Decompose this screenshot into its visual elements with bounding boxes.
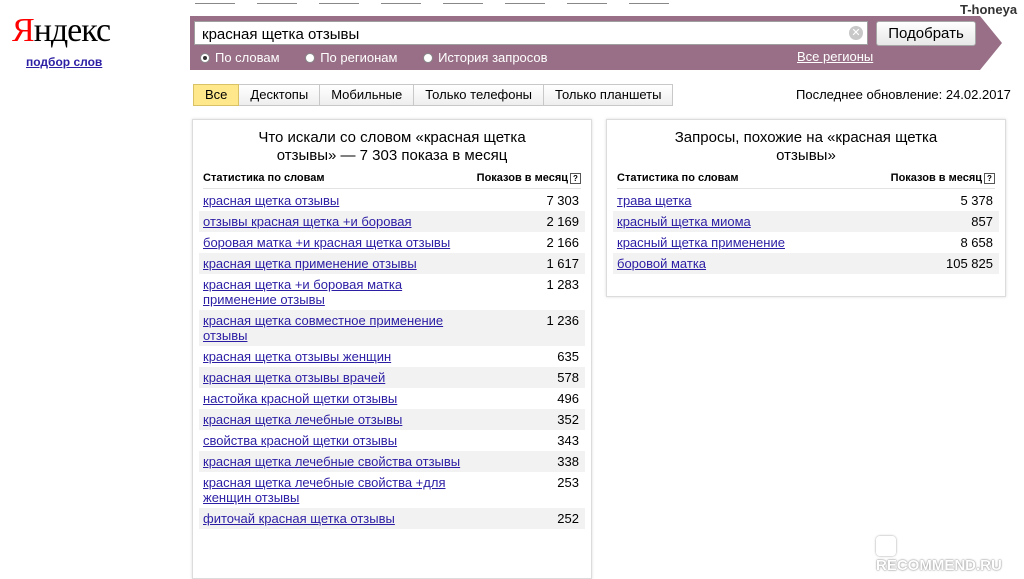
keyword-link[interactable]: красный щетка применение xyxy=(617,235,785,250)
table-row: красная щетка отзывы врачей 578 xyxy=(199,367,585,388)
table-row: красная щетка применение отзывы 1 617 xyxy=(199,253,585,274)
wordstat-link[interactable]: подбор слов xyxy=(26,55,102,69)
tab-all[interactable]: Все xyxy=(193,84,240,106)
keyword-link[interactable]: красная щетка отзывы врачей xyxy=(203,370,385,385)
search-bar-arrow xyxy=(980,16,1002,70)
help-icon[interactable]: ? xyxy=(984,173,995,184)
impressions-count: 7 303 xyxy=(546,193,579,208)
last-updated: Последнее обновление: 24.02.2017 xyxy=(796,87,1011,102)
table-row: красный щетка применение 8 658 xyxy=(613,232,999,253)
table-row: красная щетка совместное применение отзы… xyxy=(199,310,585,346)
col-keyword: Статистика по словам xyxy=(617,172,739,184)
search-button[interactable]: Подобрать xyxy=(876,21,976,46)
impressions-count: 105 825 xyxy=(946,256,993,271)
impressions-count: 1 236 xyxy=(546,313,579,328)
impressions-count: 496 xyxy=(557,391,579,406)
radio-icon xyxy=(423,53,434,63)
table-row: свойства красной щетки отзывы 343 xyxy=(199,430,585,451)
watermark: RECOMMEND.RU xyxy=(876,536,1024,574)
impressions-count: 857 xyxy=(971,214,993,229)
table-row: красная щетка отзывы 7 303 xyxy=(199,190,585,211)
impressions-count: 253 xyxy=(557,475,579,490)
table-row: боровая матка +и красная щетка отзывы 2 1… xyxy=(199,232,585,253)
keyword-link[interactable]: красная щетка лечебные свойства отзывы xyxy=(203,454,460,469)
table-row: красная щетка лечебные свойства +для жен… xyxy=(199,472,585,508)
keyword-link[interactable]: красная щетка отзывы xyxy=(203,193,339,208)
keyword-link[interactable]: красная щетка +и боровая матка применени… xyxy=(203,277,473,307)
keyword-link[interactable]: красный щетка миома xyxy=(617,214,751,229)
col-keyword: Статистика по словам xyxy=(203,172,325,184)
search-mode-group: По словам По регионам История запросов xyxy=(200,50,570,65)
keyword-link[interactable]: свойства красной щетки отзывы xyxy=(203,433,397,448)
table-row: красный щетка миома 857 xyxy=(613,211,999,232)
col-count: Показов в месяц? xyxy=(477,172,581,184)
related-queries-panel: Что искали со словом «красная щетка отзы… xyxy=(192,119,592,579)
impressions-count: 2 166 xyxy=(546,235,579,250)
table-row: красная щетка отзывы женщин 635 xyxy=(199,346,585,367)
radio-history[interactable]: История запросов xyxy=(423,50,548,65)
table-row: красная щетка лечебные свойства отзывы 33… xyxy=(199,451,585,472)
keyword-link[interactable]: боровая матка +и красная щетка отзывы xyxy=(203,235,450,250)
clear-icon[interactable]: ✕ xyxy=(849,26,863,40)
radio-by-regions[interactable]: По регионам xyxy=(305,50,397,65)
table-row: боровой матка 105 825 xyxy=(613,253,999,274)
impressions-count: 635 xyxy=(557,349,579,364)
search-input[interactable] xyxy=(200,23,844,45)
panel-title: Запросы, похожие на «красная щетка отзыв… xyxy=(674,129,938,164)
table-row: фиточай красная щетка отзывы 252 xyxy=(199,508,585,529)
col-count: Показов в месяц? xyxy=(891,172,995,184)
tab-tablets[interactable]: Только планшеты xyxy=(544,84,674,106)
search-field[interactable]: ✕ xyxy=(194,21,868,45)
device-tabs: Все Десктопы Мобильные Только телефоны Т… xyxy=(193,84,674,106)
help-icon[interactable]: ? xyxy=(570,173,581,184)
impressions-count: 1 283 xyxy=(546,277,579,292)
similar-queries-panel: Запросы, похожие на «красная щетка отзыв… xyxy=(606,119,1006,297)
keyword-link[interactable]: красная щетка лечебные отзывы xyxy=(203,412,402,427)
impressions-count: 1 617 xyxy=(546,256,579,271)
keyword-link[interactable]: настойка красной щетки отзывы xyxy=(203,391,397,406)
radio-by-words[interactable]: По словам xyxy=(200,50,280,65)
impressions-count: 578 xyxy=(557,370,579,385)
user-name[interactable]: T-honeya xyxy=(960,2,1017,17)
keyword-link[interactable]: боровой матка xyxy=(617,256,706,271)
radio-icon xyxy=(305,53,316,63)
tab-desktops[interactable]: Десктопы xyxy=(239,84,321,106)
table-header: Статистика по словам Показов в месяц? xyxy=(617,172,995,189)
keyword-link[interactable]: красная щетка отзывы женщин xyxy=(203,349,391,364)
impressions-count: 352 xyxy=(557,412,579,427)
table-row: трава щетка 5 378 xyxy=(613,190,999,211)
table-row: настойка красной щетки отзывы 496 xyxy=(199,388,585,409)
impressions-count: 343 xyxy=(557,433,579,448)
impressions-count: 252 xyxy=(557,511,579,526)
table-header: Статистика по словам Показов в месяц? xyxy=(203,172,581,189)
table-row: красная щетка +и боровая матка применени… xyxy=(199,274,585,310)
impressions-count: 2 169 xyxy=(546,214,579,229)
top-nav-strip xyxy=(195,0,755,6)
results-list: красная щетка отзывы 7 303 отзывы красная … xyxy=(199,190,585,529)
radio-selected-icon xyxy=(200,53,210,63)
recommend-logo-icon xyxy=(876,536,896,556)
impressions-count: 8 658 xyxy=(960,235,993,250)
results-list: трава щетка 5 378 красный щетка миома 857 кр… xyxy=(613,190,999,274)
panel-title: Что искали со словом «красная щетка отзы… xyxy=(258,129,526,164)
impressions-count: 338 xyxy=(557,454,579,469)
keyword-link[interactable]: красная щетка совместное применение отзы… xyxy=(203,313,473,343)
impressions-count: 5 378 xyxy=(960,193,993,208)
all-regions-link[interactable]: Все регионы xyxy=(797,49,873,64)
table-row: отзывы красная щетка +и боровая 2 169 xyxy=(199,211,585,232)
yandex-logo[interactable]: Яндекс xyxy=(12,12,111,50)
tab-mobile[interactable]: Мобильные xyxy=(320,84,415,106)
keyword-link[interactable]: красная щетка применение отзывы xyxy=(203,256,417,271)
keyword-link[interactable]: трава щетка xyxy=(617,193,692,208)
keyword-link[interactable]: красная щетка лечебные свойства +для жен… xyxy=(203,475,473,505)
keyword-link[interactable]: отзывы красная щетка +и боровая xyxy=(203,214,412,229)
tab-phones[interactable]: Только телефоны xyxy=(414,84,545,106)
table-row: красная щетка лечебные отзывы 352 xyxy=(199,409,585,430)
keyword-link[interactable]: фиточай красная щетка отзывы xyxy=(203,511,395,526)
